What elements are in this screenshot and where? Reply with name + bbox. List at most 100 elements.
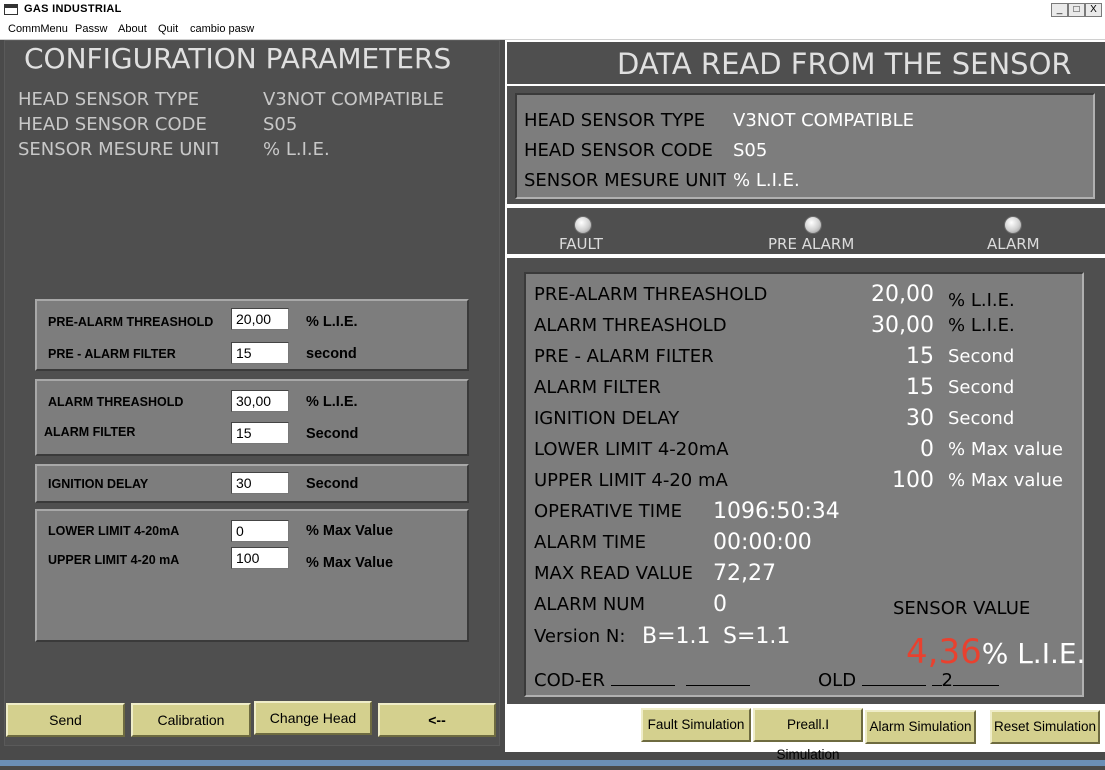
version-s-value: S=1.1 — [723, 624, 791, 649]
data-row-label: IGNITION DELAY — [534, 408, 680, 429]
alarm-filter-input[interactable] — [231, 422, 289, 444]
data-row-value: 30 — [906, 406, 934, 431]
data-row-value: 100 — [892, 468, 934, 493]
prealarm-filter-unit: second — [306, 346, 357, 362]
alarm-filter-unit: Second — [306, 426, 359, 442]
preall-simulation-button[interactable]: Preall.I Simulation — [753, 708, 863, 762]
data-row-unit: Second — [948, 408, 1015, 429]
cod-er-row: COD-ER — [534, 670, 751, 691]
version-label: Version N: — [534, 626, 626, 647]
upper-limit-input[interactable] — [231, 547, 289, 569]
upper-limit-unit: % Max Value — [306, 555, 394, 571]
fault-led-label: FAULT — [559, 235, 603, 253]
prealarm-threshold-input[interactable] — [231, 308, 289, 330]
alarm-num-label: ALARM NUM — [534, 594, 645, 615]
sensor-value-label: SENSOR VALUE — [893, 598, 1031, 619]
reset-simulation-button[interactable]: Reset Simulation — [990, 710, 1100, 744]
prealarm-led-icon — [804, 216, 822, 234]
prealarm-threshold-unit: % L.I.E. — [306, 314, 358, 330]
old-field-2-lead — [931, 671, 942, 686]
send-button[interactable]: Send — [6, 703, 125, 737]
alarm-num-value: 0 — [713, 592, 727, 617]
lower-limit-input[interactable] — [231, 520, 289, 542]
data-row-unit: Second — [948, 346, 1015, 367]
fault-led-icon — [574, 216, 592, 234]
data-row-label: UPPER LIMIT 4-20 mA — [534, 470, 728, 491]
lower-limit-unit: % Max Value — [306, 523, 394, 539]
data-row-value: 30,00 — [871, 313, 934, 338]
max-read-value: 72,27 — [713, 561, 776, 586]
operative-time-label: OPERATIVE TIME — [534, 501, 683, 522]
alarm-simulation-button[interactable]: Alarm Simulation — [865, 710, 976, 744]
prealarm-led-label: PRE ALARM — [768, 235, 855, 253]
alarm-time-value: 00:00:00 — [713, 530, 812, 555]
data-row-label: ALARM FILTER — [534, 377, 661, 398]
maximize-button[interactable]: □ — [1068, 3, 1085, 17]
cod-er-field-2 — [686, 671, 751, 686]
alarm-filter-label: ALARM FILTER — [44, 425, 136, 439]
minimize-button[interactable]: _ — [1051, 3, 1068, 17]
change-head-button[interactable]: Change Head — [254, 701, 372, 735]
calibration-button[interactable]: Calibration — [131, 703, 251, 737]
prealarm-threshold-label: PRE-ALARM THREASHOLD — [48, 315, 214, 329]
menu-passw[interactable]: Passw — [75, 23, 107, 35]
cfg-head-sensor-code-value: S05 — [263, 114, 298, 135]
alarm-time-label: ALARM TIME — [534, 532, 647, 553]
alarm-led-label: ALARM — [987, 235, 1040, 253]
menu-quit[interactable]: Quit — [158, 23, 178, 35]
sensor-unit-value: % L.I.E. — [733, 170, 800, 191]
data-row-unit: Second — [948, 377, 1015, 398]
sensor-value-unit: % L.I.E. — [981, 637, 1086, 670]
data-row-label: ALARM THREASHOLD — [534, 315, 727, 336]
data-row-unit: % Max value — [948, 470, 1063, 491]
ignition-delay-input[interactable] — [231, 472, 289, 494]
menu-about[interactable]: About — [118, 23, 147, 35]
window-title: GAS INDUSTRIAL — [24, 3, 122, 15]
data-row-label: PRE - ALARM FILTER — [534, 346, 714, 367]
app-window-icon — [4, 4, 18, 15]
cfg-head-sensor-type-label: HEAD SENSOR TYPE — [18, 89, 200, 110]
prealarm-filter-label: PRE - ALARM FILTER — [48, 347, 176, 361]
alarm-threshold-input[interactable] — [231, 390, 289, 412]
back-button[interactable]: <-- — [378, 703, 496, 737]
data-row-unit: % L.I.E. — [948, 290, 1015, 311]
old-label: OLD — [818, 670, 857, 691]
data-row-value: 15 — [906, 344, 934, 369]
close-button[interactable]: X — [1085, 3, 1102, 17]
sensor-value-number: 4,36 — [906, 632, 982, 672]
data-row-unit: % L.I.E. — [948, 315, 1015, 336]
data-row-value: 15 — [906, 375, 934, 400]
alarm-threshold-unit: % L.I.E. — [306, 394, 358, 410]
old-value: 2 — [941, 670, 953, 691]
menu-bar: CommMenu Passw About Quit cambio pasw — [0, 21, 1105, 40]
old-field-2-tail — [952, 671, 999, 686]
sensor-head-type-label: HEAD SENSOR TYPE — [524, 110, 706, 131]
sensor-head-type-value: V3NOT COMPATIBLE — [733, 110, 915, 131]
sensor-value-reading: 4,36% L.I.E. — [906, 632, 1085, 672]
sensor-title: DATA READ FROM THE SENSOR — [617, 47, 1072, 81]
ignition-delay-unit: Second — [306, 476, 359, 492]
old-field-1 — [861, 671, 926, 686]
alarm-threshold-label: ALARM THREASHOLD — [48, 395, 184, 409]
version-b-value: B=1.1 — [642, 624, 711, 649]
sensor-head-code-value: S05 — [733, 140, 768, 161]
data-row-unit: % Max value — [948, 439, 1063, 460]
ignition-delay-label: IGNITION DELAY — [48, 477, 149, 491]
operative-time-value: 1096:50:34 — [713, 499, 840, 524]
menu-cambio-pasw[interactable]: cambio pasw — [190, 23, 254, 35]
taskbar-strip — [0, 760, 1105, 766]
menu-commmenu[interactable]: CommMenu — [8, 23, 68, 35]
title-bar: GAS INDUSTRIAL _ □ X — [0, 0, 1105, 22]
data-row-label: LOWER LIMIT 4-20mA — [534, 439, 729, 460]
sensor-head-code-label: HEAD SENSOR CODE — [524, 140, 713, 161]
configuration-title: CONFIGURATION PARAMETERS — [24, 42, 452, 75]
cfg-sensor-unit-value: % L.I.E. — [263, 139, 330, 160]
fault-simulation-button[interactable]: Fault Simulation — [641, 708, 751, 742]
prealarm-filter-input[interactable] — [231, 342, 289, 364]
data-row-value: 20,00 — [871, 282, 934, 307]
data-row-value: 0 — [920, 437, 934, 462]
cfg-sensor-unit-label: SENSOR MESURE UNIT — [18, 139, 218, 160]
lower-limit-label: LOWER LIMIT 4-20mA — [48, 524, 180, 538]
data-row-label: PRE-ALARM THREASHOLD — [534, 284, 768, 305]
cfg-head-sensor-code-label: HEAD SENSOR CODE — [18, 114, 207, 135]
